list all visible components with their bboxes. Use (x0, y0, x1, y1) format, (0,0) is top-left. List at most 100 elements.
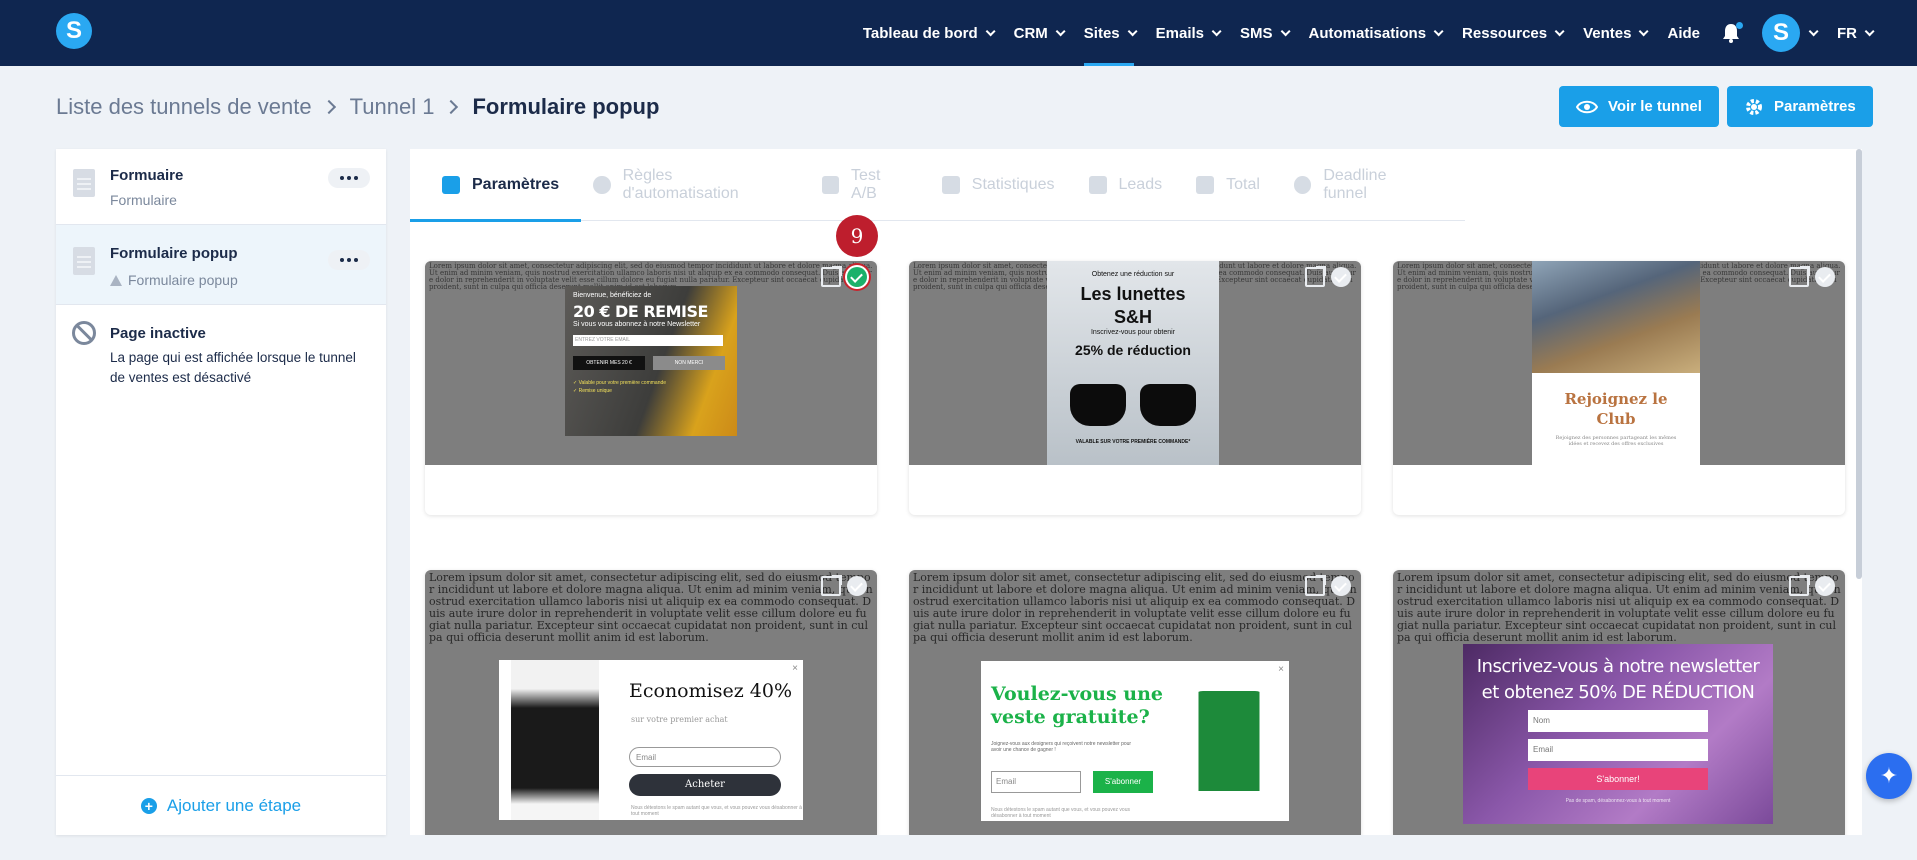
scrollbar[interactable] (1856, 149, 1862, 579)
language-label: FR (1837, 24, 1857, 42)
popup-headline: 20 € DE REMISE (573, 302, 708, 321)
card-actions (1789, 575, 1835, 596)
step-item[interactable]: Formuaire Formulaire (56, 149, 386, 225)
external-link-icon[interactable] (1789, 266, 1810, 287)
popup-headline: Club (1596, 410, 1636, 428)
user-menu[interactable]: S (1740, 14, 1819, 52)
annotation-badge: 9 (836, 215, 878, 257)
inactive-page-step[interactable]: Page inactive La page qui est affichée l… (56, 305, 386, 388)
tab-label: Paramètres (472, 175, 560, 193)
gear-icon (1746, 98, 1762, 115)
breadcrumb: Liste des tunnels de vente Tunnel 1 Form… (56, 94, 659, 120)
check-icon[interactable] (1815, 267, 1835, 287)
chevron-down-icon (1639, 25, 1650, 36)
tab-deadline-funnel[interactable]: Deadline funnel (1293, 149, 1431, 221)
settings-button[interactable]: Paramètres (1727, 86, 1873, 127)
tab-statistiques[interactable]: Statistiques (941, 149, 1055, 221)
nav-crm[interactable]: CRM (1014, 0, 1066, 66)
external-link-icon[interactable] (1305, 575, 1326, 596)
check-icon[interactable] (1331, 267, 1351, 287)
check-icon[interactable] (1331, 576, 1351, 596)
step-more-button[interactable] (328, 168, 370, 188)
nav-label: Aide (1667, 24, 1700, 42)
step-more-button[interactable] (328, 250, 370, 270)
tab-regles-automatisation[interactable]: Règles d'automatisation (593, 149, 787, 221)
external-link-icon[interactable] (821, 575, 842, 596)
popup-name-field: Nom (1528, 710, 1708, 732)
template-thumbnail: Lorem ipsum dolor sit amet, consectetur … (909, 261, 1361, 465)
popup-email-field: ENTREZ VOTRE EMAIL (573, 335, 723, 346)
popup-text: ✓ Valable pour votre première commande (573, 380, 667, 386)
template-card[interactable]: Lorem ipsum dolor sit amet, consectetur … (1393, 570, 1845, 835)
bell-icon[interactable] (1722, 22, 1743, 43)
tab-label: Deadline funnel (1323, 166, 1387, 202)
template-thumbnail: Lorem ipsum dolor sit amet, consectetur … (425, 261, 877, 465)
nav-sms[interactable]: SMS (1240, 0, 1291, 66)
tab-total[interactable]: Total (1196, 149, 1260, 221)
app-logo[interactable]: S (56, 13, 92, 49)
add-step-button[interactable]: + Ajouter une étape (56, 775, 386, 835)
template-card[interactable]: Lorem ipsum dolor sit amet, consectetur … (1393, 261, 1845, 515)
check-icon[interactable] (1815, 576, 1835, 596)
tab-test-ab[interactable]: Test A/B (821, 149, 908, 221)
popup-discount: 25% de réduction (1075, 342, 1191, 358)
nav-ressources[interactable]: Ressources (1462, 0, 1565, 66)
tab-label: Statistiques (971, 175, 1055, 193)
page-title: Formulaire popup (472, 94, 660, 119)
popup-preview: × Voulez-vous une veste gratuite? Joignez… (981, 661, 1289, 821)
popup-preview: Bienvenue, bénéficiez de 20 € DE REMISE … (565, 286, 737, 436)
popup-button: S'abonner! (1528, 768, 1708, 790)
external-link-icon[interactable] (1305, 266, 1326, 287)
chevron-right-icon (321, 99, 336, 115)
popup-preview: Inscrivez-vous à notre newsletter et obte… (1463, 644, 1773, 824)
lightning-icon (593, 175, 611, 194)
template-card[interactable]: Lorem ipsum dolor sit amet, consectetur … (909, 261, 1361, 515)
document-icon (73, 169, 95, 197)
check-icon[interactable] (847, 267, 867, 287)
template-card[interactable]: Lorem ipsum dolor sit amet, consectetur … (425, 261, 877, 515)
external-link-icon[interactable] (821, 266, 842, 287)
nav-label: Tableau de bord (862, 24, 978, 42)
step-description: La page qui est affichée lorsque le tunn… (110, 350, 356, 385)
check-icon[interactable] (847, 576, 867, 596)
nav-ventes[interactable]: Ventes (1583, 0, 1650, 66)
popup-headline: et obtenez 50% DE RÉDUCTION (1481, 682, 1755, 703)
chevron-down-icon (985, 25, 996, 36)
tab-label: Total (1226, 175, 1260, 193)
tab-label: Test A/B (851, 166, 881, 202)
avatar: S (1762, 14, 1800, 52)
popup-button: S'abonner (1093, 771, 1153, 793)
breadcrumb-funnel[interactable]: Tunnel 1 (350, 94, 435, 120)
card-actions (1305, 266, 1351, 287)
popup-headline: Les lunettes (1080, 284, 1186, 304)
tab-leads[interactable]: Leads (1088, 149, 1162, 221)
card-actions (821, 266, 867, 287)
external-link-icon[interactable] (1789, 575, 1810, 596)
popup-email-field: Email (1528, 739, 1708, 761)
nav-aide[interactable]: Aide (1667, 0, 1700, 66)
popup-text: Obtenez une réduction sur (1091, 271, 1175, 278)
popup-text: Si vous vous abonnez à notre Newsletter (573, 321, 701, 328)
bar-chart-icon (941, 175, 960, 194)
popup-text: Rejoignez des personnes partageant les m… (1555, 435, 1677, 447)
template-card[interactable]: Lorem ipsum dolor sit amet, consectetur … (425, 570, 877, 835)
tab-parametres[interactable]: Paramètres (410, 149, 582, 222)
step-item-selected[interactable]: Formulaire popup Formulaire popup (56, 225, 386, 305)
nav-automatisations[interactable]: Automatisations (1309, 0, 1444, 66)
popup-email-field: Email (991, 771, 1081, 793)
template-card[interactable]: Lorem ipsum dolor sit amet, consectetur … (909, 570, 1361, 835)
ai-assistant-button[interactable]: ✦ (1866, 753, 1912, 799)
nav-label: Sites (1083, 24, 1120, 42)
tab-label: Règles d'automatisation (622, 166, 739, 202)
popup-preview: Obtenez une réduction sur Les lunettes S… (1047, 261, 1219, 465)
add-step-label: Ajouter une étape (166, 795, 302, 815)
nav-emails[interactable]: Emails (1156, 0, 1222, 66)
breadcrumb-funnels-list[interactable]: Liste des tunnels de vente (56, 94, 312, 120)
nav-sites[interactable]: Sites (1083, 0, 1138, 66)
nav-tableau-de-bord[interactable]: Tableau de bord (862, 0, 996, 66)
chevron-right-icon (444, 99, 459, 115)
view-funnel-button[interactable]: Voir le tunnel (1559, 86, 1719, 127)
language-selector[interactable]: FR (1837, 0, 1875, 66)
clock-icon (1293, 175, 1312, 194)
view-funnel-label: Voir le tunnel (1608, 98, 1702, 115)
